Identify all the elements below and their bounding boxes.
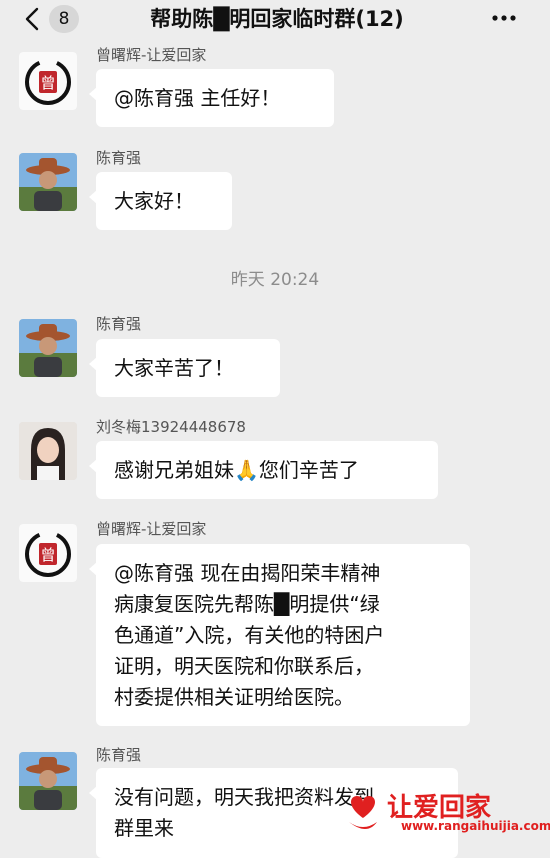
message-text: 大家辛苦了！ <box>114 356 234 380</box>
watermark-logo: 让爱回家 www.rangaihuijia.com <box>343 788 550 843</box>
chat-title: 帮助陈█明回家临时群(12) <box>150 7 404 31</box>
sender-name: 陈育强 <box>96 149 142 167</box>
watermark-url: www.rangaihuijia.com <box>401 819 550 833</box>
unread-count-badge[interactable]: 8 <box>49 5 79 33</box>
sender-name: 刘冬梅13924448678 <box>96 418 246 436</box>
message-text: @陈育强 现在由揭阳荣丰精神 病康复医院先帮陈█明提供“绿 色通道”入院，有关他… <box>114 561 385 709</box>
message-text: @陈育强 主任好！ <box>114 86 281 110</box>
sender-name: 曾曙辉-让爱回家 <box>96 520 207 538</box>
message-text: 没有问题，明天我把资料发到 群里来 <box>114 785 374 840</box>
avatar-photo[interactable] <box>19 319 77 377</box>
message-bubble[interactable]: 大家辛苦了！ <box>89 339 280 397</box>
avatar-photo[interactable] <box>19 422 77 480</box>
seal-char: 曾 <box>40 74 55 92</box>
chevron-left-icon <box>25 7 39 31</box>
sender-name: 陈育强 <box>96 315 142 333</box>
message-bubble[interactable]: @陈育强 现在由揭阳荣丰精神 病康复医院先帮陈█明提供“绿 色通道”入院，有关他… <box>89 544 470 726</box>
message-text: 感谢兄弟姐妹🙏您们辛苦了 <box>114 458 359 482</box>
avatar-photo[interactable] <box>19 153 77 211</box>
sender-name: 陈育强 <box>96 746 142 764</box>
avatar-seal[interactable]: 曾 <box>19 524 77 582</box>
sender-name: 曾曙辉-让爱回家 <box>96 46 207 64</box>
chat-header: 8 帮助陈█明回家临时群(12) <box>0 0 550 40</box>
back-button[interactable] <box>22 6 44 32</box>
message-bubble[interactable]: 大家好！ <box>89 172 232 230</box>
more-dots-icon[interactable] <box>490 10 518 24</box>
avatar-seal[interactable]: 曾 <box>19 52 77 110</box>
seal-char: 曾 <box>40 546 55 564</box>
message-text: 大家好！ <box>114 189 194 213</box>
chat-timestamp: 昨天 20:24 <box>230 270 320 290</box>
avatar-photo[interactable] <box>19 752 77 810</box>
message-bubble[interactable]: @陈育强 主任好！ <box>89 69 334 127</box>
message-bubble[interactable]: 感谢兄弟姐妹🙏您们辛苦了 <box>89 441 438 499</box>
